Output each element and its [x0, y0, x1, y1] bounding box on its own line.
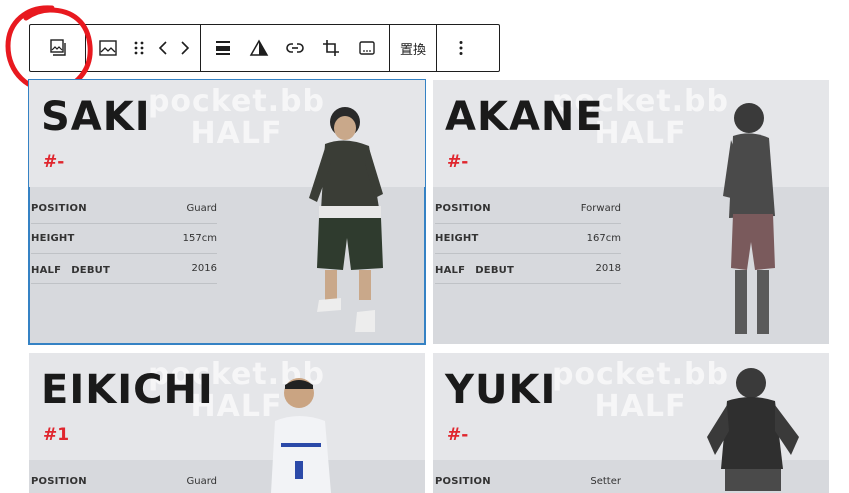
stats-table: POSITION Guard [31, 467, 217, 493]
insert-link-button[interactable] [277, 25, 313, 71]
stat-row: POSITION Guard [31, 194, 217, 224]
player-name: SAKI [41, 94, 151, 140]
toolbar-group-tools [201, 25, 390, 71]
crop-button[interactable] [313, 25, 349, 71]
toolbar-group-block [86, 25, 201, 71]
stat-row: HEIGHT 157cm [31, 224, 217, 254]
toolbar-group-replace: 置換 [390, 25, 438, 71]
move-left-button[interactable] [152, 25, 174, 71]
image-block-type-button[interactable] [90, 25, 126, 71]
align-button[interactable] [205, 25, 241, 71]
drag-handle-icon [134, 41, 144, 55]
stat-row: POSITION Setter [435, 467, 621, 493]
toolbar-group-parent [30, 25, 86, 71]
player-photo [707, 368, 799, 491]
stat-row: HALF DEBUT 2018 [435, 254, 621, 284]
chevron-left-icon [158, 41, 167, 55]
stat-row: POSITION Forward [435, 194, 621, 224]
stats-table: POSITION Forward HEIGHT 167cm HALF DEBUT 20… [435, 194, 621, 284]
duotone-filter-button[interactable] [241, 25, 277, 71]
caption-button[interactable] [349, 25, 385, 71]
toolbar-group-options [437, 25, 485, 71]
stat-row: POSITION Guard [31, 467, 217, 493]
player-card[interactable]: pocket.bb HALF EIKICHI #1 POSITION Guard [29, 353, 425, 493]
player-photo [723, 103, 775, 334]
player-number: #- [43, 152, 65, 172]
chevron-right-icon [181, 41, 190, 55]
select-parent-block-button[interactable] [40, 25, 76, 71]
player-photo [271, 378, 331, 493]
player-card[interactable]: pocket.bb HALF AKANE #- POSITION Forward H… [433, 80, 829, 344]
more-vertical-icon [459, 41, 463, 55]
more-options-button[interactable] [443, 25, 479, 71]
replace-button[interactable]: 置換 [390, 25, 436, 71]
drag-handle[interactable] [126, 25, 152, 71]
image-icon [99, 40, 117, 56]
align-full-icon [216, 41, 230, 55]
player-number: #- [447, 425, 469, 445]
player-name: AKANE [445, 94, 604, 140]
stat-row: HALF DEBUT 2016 [31, 254, 217, 284]
duotone-filter-icon [249, 39, 269, 56]
player-photo [309, 107, 383, 332]
link-icon [286, 43, 304, 53]
player-name: EIKICHI [41, 367, 214, 413]
crop-icon [323, 40, 339, 56]
stat-row: HEIGHT 167cm [435, 224, 621, 254]
player-number: #1 [43, 425, 70, 445]
block-toolbar: 置換 [29, 24, 500, 72]
stats-table: POSITION Setter [435, 467, 621, 493]
stats-table: POSITION Guard HEIGHT 157cm HALF DEBUT 2016 [31, 194, 217, 284]
player-number: #- [447, 152, 469, 172]
gallery-parent-icon [49, 39, 66, 56]
move-right-button[interactable] [174, 25, 196, 71]
caption-icon [359, 41, 375, 55]
player-name: YUKI [445, 367, 557, 413]
player-card[interactable]: pocket.bb HALF YUKI #- POSITION Setter [433, 353, 829, 493]
player-card[interactable]: pocket.bb HALF SAKI #- POSITION Guard HEIG… [28, 79, 426, 345]
